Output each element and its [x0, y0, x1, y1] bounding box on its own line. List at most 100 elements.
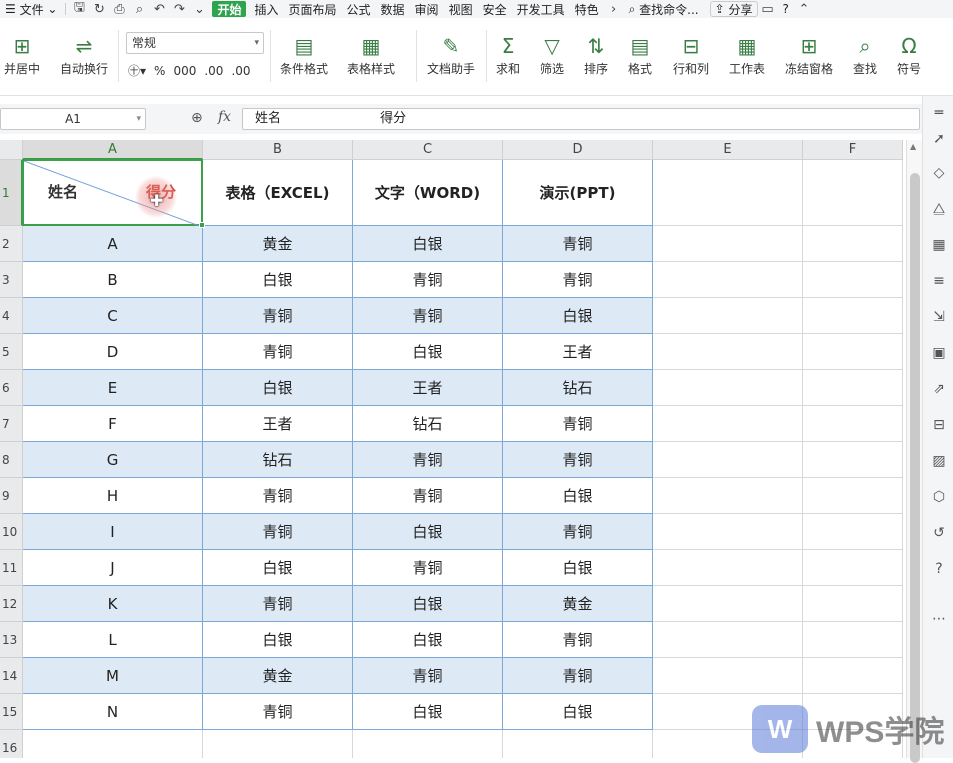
table-cell[interactable]: 青铜 [503, 622, 653, 658]
table-style-button[interactable]: ▦ 表格样式 [347, 32, 395, 77]
sort-button[interactable]: ⇅ 排序 [584, 32, 608, 77]
empty-cell[interactable] [803, 262, 903, 298]
empty-cell[interactable] [653, 658, 803, 694]
thousands-button[interactable]: 000 [173, 64, 196, 78]
empty-cell[interactable] [803, 370, 903, 406]
scroll-thumb[interactable] [910, 173, 920, 763]
table-cell[interactable]: 黄金 [203, 226, 353, 262]
empty-cell[interactable] [653, 262, 803, 298]
table-cell[interactable]: 青铜 [503, 406, 653, 442]
fill-handle[interactable] [199, 222, 205, 228]
table-cell[interactable]: 青铜 [203, 298, 353, 334]
empty-cell[interactable] [653, 514, 803, 550]
table-cell[interactable]: 青铜 [353, 478, 503, 514]
row-header-5[interactable]: 5 [0, 334, 23, 370]
doc-helper-button[interactable]: ✎ 文档助手 [427, 32, 475, 77]
table-cell[interactable]: 白银 [353, 334, 503, 370]
empty-cell[interactable] [803, 406, 903, 442]
filter-button[interactable]: ▽ 筛选 [540, 32, 564, 77]
table-cell[interactable]: 白银 [353, 694, 503, 730]
table-cell[interactable]: 白银 [353, 226, 503, 262]
table-cell[interactable]: H [23, 478, 203, 514]
empty-cell[interactable] [803, 658, 903, 694]
archive-icon[interactable]: ⊟ [930, 416, 948, 434]
tab-page-layout[interactable]: 页面布局 [284, 0, 342, 18]
export-icon[interactable]: ⇲ [930, 308, 948, 326]
empty-cell[interactable] [803, 226, 903, 262]
decrease-decimal-button[interactable]: .00 [231, 64, 250, 78]
formula-input[interactable]: 姓名 得分 [242, 108, 920, 130]
table-cell[interactable]: 青铜 [203, 334, 353, 370]
table-cell[interactable]: 青铜 [503, 514, 653, 550]
table-cell[interactable]: 青铜 [503, 262, 653, 298]
row-col-button[interactable]: ⊟ 行和列 [673, 32, 709, 77]
table-cell[interactable]: 白银 [203, 550, 353, 586]
column-header-d[interactable]: D [503, 140, 653, 160]
save-icon[interactable]: 🖫 [69, 0, 89, 18]
column-header-e[interactable]: E [653, 140, 803, 160]
column-header-f[interactable]: F [803, 140, 903, 160]
table-cell[interactable]: 青铜 [203, 514, 353, 550]
row-header-16[interactable]: 16 [0, 730, 23, 758]
row-header-3[interactable]: 3 [0, 262, 23, 298]
name-box[interactable]: A1 ▾ [0, 108, 146, 130]
table-cell[interactable]: 白银 [503, 550, 653, 586]
select-arrow-icon[interactable]: ➚ [930, 130, 948, 148]
table-cell[interactable]: B [23, 262, 203, 298]
print-icon[interactable]: ⎙ [109, 0, 129, 18]
empty-cell[interactable] [803, 478, 903, 514]
table-cell[interactable]: 钻石 [353, 406, 503, 442]
table-cell[interactable]: 青铜 [353, 298, 503, 334]
share-link-icon[interactable]: ↻ [89, 0, 109, 18]
scroll-up-icon[interactable]: ▲ [910, 142, 916, 151]
table-cell[interactable]: 白银 [203, 622, 353, 658]
empty-cell[interactable] [653, 160, 803, 226]
file-menu[interactable]: ☰ 文件 ⌄ [0, 0, 62, 18]
table-cell[interactable]: 白银 [503, 478, 653, 514]
table-cell[interactable]: 白银 [503, 298, 653, 334]
find-button[interactable]: ⌕ 查找 [853, 32, 877, 77]
tab-security[interactable]: 安全 [478, 0, 512, 18]
table-cell[interactable]: K [23, 586, 203, 622]
symbol-button[interactable]: Ω 符号 [897, 32, 921, 77]
table-cell[interactable]: J [23, 550, 203, 586]
row-header-9[interactable]: 9 [0, 478, 23, 514]
empty-cell[interactable] [653, 334, 803, 370]
table-cell[interactable]: 黄金 [203, 658, 353, 694]
empty-cell[interactable] [653, 622, 803, 658]
tab-developer[interactable]: 开发工具 [512, 0, 570, 18]
table-cell[interactable]: 白银 [353, 514, 503, 550]
currency-icon[interactable]: ㊉▾ [128, 62, 146, 79]
header-cell[interactable]: 演示(PPT) [503, 160, 653, 226]
image-icon[interactable]: ▨ [930, 452, 948, 470]
empty-cell[interactable] [653, 406, 803, 442]
table-cell[interactable]: 青铜 [353, 442, 503, 478]
empty-cell[interactable] [803, 550, 903, 586]
column-header-b[interactable]: B [203, 140, 353, 160]
conditional-format-button[interactable]: ▤ 条件格式 [280, 32, 328, 77]
row-header-11[interactable]: 11 [0, 550, 23, 586]
row-header-1[interactable]: 1 [0, 160, 23, 226]
table-cell[interactable]: I [23, 514, 203, 550]
empty-cell[interactable] [503, 730, 653, 758]
sum-button[interactable]: Σ 求和 [496, 32, 520, 77]
table-cell[interactable]: 青铜 [353, 658, 503, 694]
gallery-icon[interactable]: ▣ [930, 344, 948, 362]
share-button[interactable]: ⇪ 分享 [709, 1, 758, 17]
help-circle-icon[interactable]: ? [930, 560, 948, 578]
empty-cell[interactable] [803, 298, 903, 334]
table-cell[interactable]: N [23, 694, 203, 730]
empty-cell[interactable] [803, 442, 903, 478]
empty-cell[interactable] [653, 298, 803, 334]
fill-icon[interactable]: ⧋ [930, 200, 948, 218]
empty-cell[interactable] [803, 514, 903, 550]
format-button[interactable]: ▤ 格式 [628, 32, 652, 77]
row-header-2[interactable]: 2 [0, 226, 23, 262]
table-cell[interactable]: C [23, 298, 203, 334]
table-cell[interactable]: 钻石 [503, 370, 653, 406]
row-header-6[interactable]: 6 [0, 370, 23, 406]
undo-icon[interactable]: ↶ [149, 0, 169, 18]
worksheet-button[interactable]: ▦ 工作表 [729, 32, 765, 77]
table-cell[interactable]: 青铜 [503, 226, 653, 262]
percent-button[interactable]: % [154, 64, 165, 78]
